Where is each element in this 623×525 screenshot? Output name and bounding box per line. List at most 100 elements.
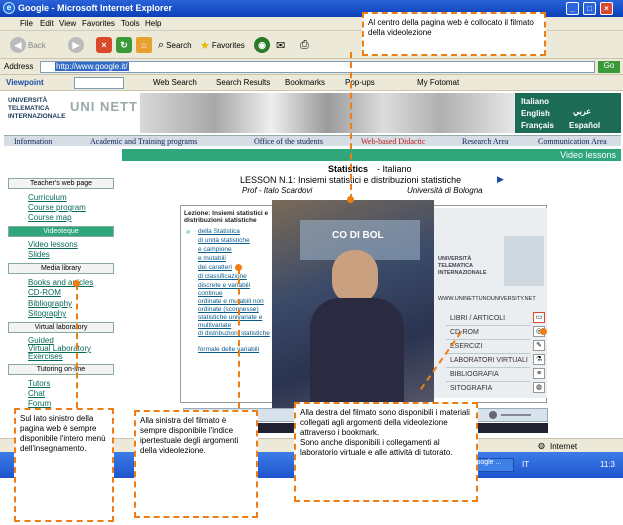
sidebar-link-slides[interactable]: Slides <box>28 250 50 259</box>
sidebar-link-books[interactable]: Books and articles <box>28 278 93 287</box>
taskbar-clock: 11:3 <box>600 460 615 469</box>
taskbar-lang[interactable]: IT <box>522 460 529 469</box>
panel-item-bibliography[interactable]: BIBLIOGRAFIA <box>450 371 499 378</box>
media-button[interactable]: ◉ <box>254 36 270 54</box>
seek-handle[interactable] <box>489 411 497 419</box>
index-item[interactable]: formale delle variabili <box>198 346 259 354</box>
lesson-university: Università di Bologna <box>407 186 483 195</box>
search-button[interactable]: ⌕ Search <box>158 36 192 54</box>
fotomat-link[interactable]: My Fotomat <box>417 78 459 87</box>
index-item[interactable]: e campione <box>198 246 232 254</box>
globe-icon[interactable]: ◍ <box>533 382 545 393</box>
favorites-button[interactable]: ★ Favorites <box>200 36 245 54</box>
refresh-button[interactable]: ↻ <box>116 36 132 54</box>
address-input[interactable]: http://www.google.it/ <box>40 61 595 73</box>
menu-edit[interactable]: Edit <box>40 19 54 28</box>
lang-english[interactable]: English <box>521 109 550 118</box>
index-item[interactable]: dei caratteri <box>198 264 232 272</box>
pencil-icon[interactable]: ✎ <box>533 340 545 351</box>
language-panel: Italiano عربي English Français Español <box>515 93 621 133</box>
menu-file[interactable]: File <box>20 19 33 28</box>
nav-academic[interactable]: Academic and Training programs <box>90 137 197 146</box>
sidebar-link-tutors[interactable]: Tutors <box>28 379 50 388</box>
site-banner: UNIVERSITÀ TELEMATICA INTERNAZIONALE UNI… <box>4 93 621 135</box>
sidebar-link-curriculum[interactable]: Curriculum <box>28 193 67 202</box>
main-navigation: Information Academic and Training progra… <box>4 135 621 146</box>
sidebar-link-course-program[interactable]: Course program <box>28 203 86 212</box>
mail-button[interactable]: ✉ <box>276 36 285 54</box>
index-item[interactable]: di unità statistiche <box>198 237 250 245</box>
viewpoint-search-input[interactable] <box>74 77 124 89</box>
next-lesson-arrow-icon[interactable]: ▶ <box>497 174 504 185</box>
search-label: Search <box>166 40 192 50</box>
sidebar-link-video-lessons[interactable]: Video lessons <box>28 240 78 249</box>
panel-item-books[interactable]: LIBRI / ARTICOLI <box>450 315 505 322</box>
nav-web-didactic[interactable]: Web-based Didactic <box>361 137 425 146</box>
lang-francais[interactable]: Français <box>521 121 554 130</box>
panel-divider <box>446 325 530 326</box>
index-item[interactable]: di distribuzioni statistiche <box>198 330 270 338</box>
panel-item-cdrom[interactable]: CD-ROM <box>450 329 479 336</box>
callout-middle: Alla sinistra del filmato è sempre dispo… <box>134 410 258 518</box>
index-item[interactable]: ordinate e mutabili non ordinate (sconne… <box>198 298 272 314</box>
menu-favorites[interactable]: Favorites <box>82 19 115 28</box>
menu-tools[interactable]: Tools <box>121 19 140 28</box>
sidebar-link-exercises[interactable]: Exercises <box>28 352 63 361</box>
sidebar-link-bibliography[interactable]: Bibliography <box>28 299 72 308</box>
lab-icon[interactable]: ⚗ <box>533 354 545 365</box>
home-button[interactable]: ⌂ <box>136 36 152 54</box>
volume-slider[interactable] <box>501 414 531 416</box>
sidebar-link-forum[interactable]: Forum <box>28 399 51 408</box>
nav-information[interactable]: Information <box>14 137 52 146</box>
menu-help[interactable]: Help <box>145 19 161 28</box>
back-button[interactable]: ◀ Back <box>10 36 46 54</box>
nav-communication[interactable]: Communication Area <box>538 137 607 146</box>
favorites-label: Favorites <box>211 40 245 50</box>
mail-icon: ✉ <box>276 39 286 52</box>
lang-italiano[interactable]: Italiano <box>521 97 549 106</box>
callout-dot-top <box>347 196 354 203</box>
lesson-language: - Italiano <box>377 164 412 174</box>
panel-divider <box>446 381 530 382</box>
nav-research[interactable]: Research Area <box>462 137 508 146</box>
lang-arabic[interactable]: عربي <box>573 107 591 116</box>
stop-icon: × <box>96 37 112 53</box>
list-icon[interactable]: ≡ <box>533 368 545 379</box>
sidebar-link-chat[interactable]: Chat <box>28 389 45 398</box>
sidebar-link-course-map[interactable]: Course map <box>28 213 72 222</box>
panel-divider <box>446 353 530 354</box>
maximize-button[interactable]: □ <box>583 2 596 15</box>
forward-button[interactable]: ▶ <box>68 36 84 54</box>
minimize-button[interactable]: _ <box>566 2 579 15</box>
search-results-link[interactable]: Search Results <box>216 78 270 87</box>
web-search-link[interactable]: Web Search <box>153 78 197 87</box>
sidebar-link-sitography[interactable]: Sitography <box>28 309 66 318</box>
panel-item-exercises[interactable]: ESERCIZI <box>450 343 482 350</box>
viewpoint-link[interactable]: Viewpoint <box>6 78 44 87</box>
panel-item-sitography[interactable]: SITOGRAFIA <box>450 385 492 392</box>
go-button[interactable]: Go <box>598 61 620 73</box>
video-backdrop-label: CO DI BOL <box>332 230 384 241</box>
index-item[interactable]: della Statistica <box>198 228 240 236</box>
index-item[interactable]: discrete e variabili continue <box>198 282 270 298</box>
lang-espanol[interactable]: Español <box>569 121 600 130</box>
print-button[interactable]: ⎙ <box>300 36 309 54</box>
callout-connector-middle <box>238 268 240 408</box>
panel-item-virtual-labs[interactable]: LABORATORI VIRTUALI <box>450 357 528 364</box>
video-player[interactable]: CO DI BOL <box>272 200 434 410</box>
address-url: http://www.google.it/ <box>55 62 129 71</box>
close-button[interactable]: × <box>600 2 613 15</box>
index-item[interactable]: e mutabili <box>198 255 226 263</box>
panel-url: WWW.UNINETTUNOUNIVERSITY.NET <box>438 296 536 302</box>
bookmarks-link[interactable]: Bookmarks <box>285 78 325 87</box>
sidebar-link-cdrom[interactable]: CD-ROM <box>28 288 61 297</box>
stop-button[interactable]: × <box>96 36 112 54</box>
index-item[interactable]: statistiche univariate e multivariate <box>198 314 270 330</box>
ie-logo-icon: e <box>3 2 15 14</box>
index-header: Lezione: Insiemi statistici e distribuzi… <box>184 210 269 224</box>
sidebar-header-videoteque[interactable]: Videoteque <box>8 226 114 237</box>
menu-view[interactable]: View <box>59 19 76 28</box>
nav-office[interactable]: Office of the students <box>254 137 323 146</box>
banner-photo <box>140 93 515 133</box>
book-icon[interactable]: ▭ <box>533 312 545 323</box>
